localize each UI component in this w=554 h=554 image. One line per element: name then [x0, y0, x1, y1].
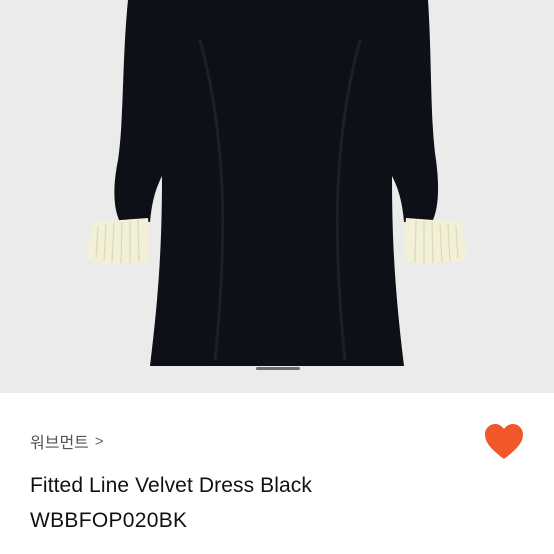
brand-name: 워브먼트 — [30, 435, 89, 452]
brand-link[interactable]: 워브먼트 > — [30, 429, 104, 453]
dress-body — [114, 0, 439, 366]
product-title: Fitted Line Velvet Dress Black — [30, 474, 312, 497]
dress-illustration — [88, 0, 466, 366]
chevron-right-icon: > — [94, 432, 104, 450]
product-code: WBBFOP020BK — [30, 509, 188, 532]
product-info: 워브먼트 > Fitted Line Velvet Dress Black WB… — [0, 393, 554, 554]
heart-icon[interactable] — [484, 423, 524, 461]
product-image[interactable] — [0, 0, 554, 393]
page-indicator — [256, 367, 300, 370]
